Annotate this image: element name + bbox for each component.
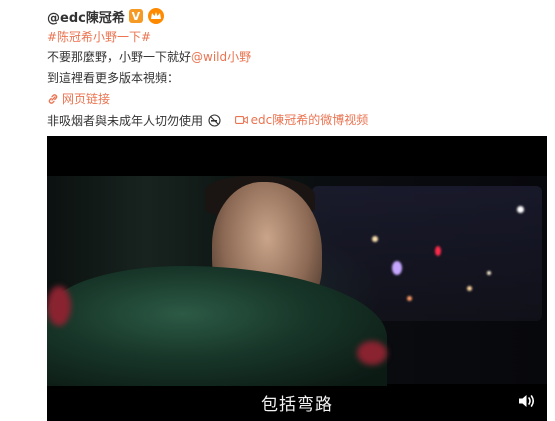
street-light [467, 286, 472, 291]
post-body-text: 不要那麼野，小野一下就好 [47, 50, 192, 64]
membership-crown-icon[interactable] [147, 8, 164, 24]
video-link-label: edc陳冠希的微博视频 [250, 113, 369, 127]
street-light [435, 246, 441, 256]
street-light [372, 236, 378, 242]
no-smoking-icon [208, 114, 221, 127]
link-icon [48, 94, 58, 104]
video-link[interactable]: edc陳冠希的微博视频 [234, 111, 369, 129]
mention-link[interactable]: @wild小野 [191, 50, 251, 64]
warning-text: 非吸烟者與未成年人切勿使用 [47, 114, 204, 128]
red-patch [47, 286, 71, 326]
hashtag-line: #陈冠希小野一下# [47, 28, 151, 46]
verified-v-icon[interactable]: V [128, 9, 143, 23]
web-link-line: 网页链接 [47, 90, 110, 110]
video-player[interactable]: 包括弯路 [47, 136, 547, 421]
street-light [407, 296, 412, 301]
post-header: @edc陳冠希 V [47, 6, 164, 26]
web-link[interactable]: 网页链接 [47, 90, 110, 108]
post-text-line: 不要那麼野，小野一下就好@wild小野 [47, 48, 251, 66]
hashtag-link[interactable]: #陈冠希小野一下# [47, 30, 151, 44]
video-subtitle: 包括弯路 [261, 395, 333, 415]
street-light [487, 271, 491, 275]
street-light [392, 261, 402, 275]
video-frame [47, 176, 547, 386]
more-versions-line: 到這裡看更多版本視頻： [47, 69, 179, 87]
volume-icon[interactable] [517, 393, 537, 413]
web-link-label: 网页链接 [62, 92, 111, 106]
street-light [517, 206, 524, 213]
warning-line: 非吸烟者與未成年人切勿使用 edc陳冠希的微博视频 [47, 111, 368, 130]
more-versions-text: 到這裡看更多版本視頻： [47, 71, 180, 85]
red-patch [357, 341, 387, 365]
username-link[interactable]: @edc陳冠希 [47, 7, 125, 26]
video-camera-icon [234, 116, 248, 124]
